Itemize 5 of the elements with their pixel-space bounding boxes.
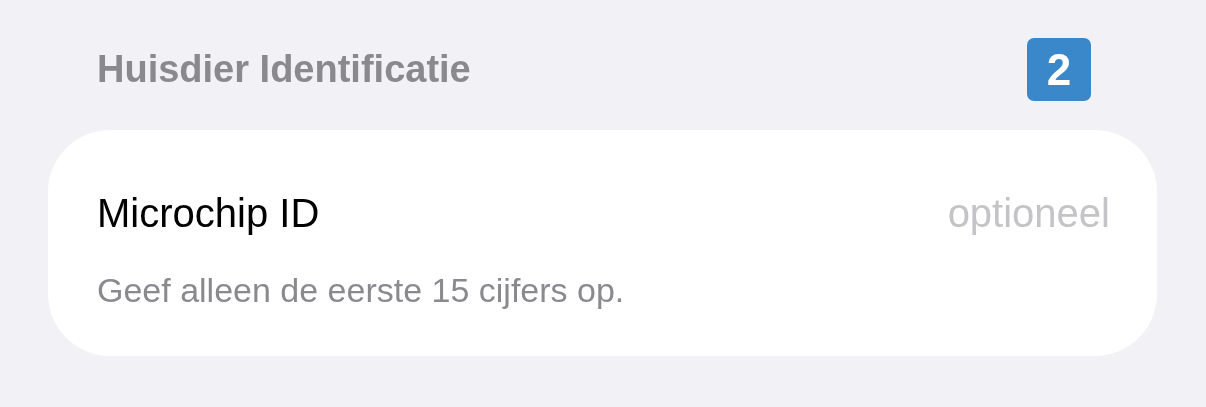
hint-text: Geef alleen de eerste 15 cijfers op. bbox=[97, 270, 625, 311]
field-label: Microchip ID bbox=[97, 190, 320, 236]
input-field[interactable]: optioneel bbox=[690, 190, 1110, 236]
count-badge: 2 bbox=[1027, 38, 1091, 101]
section-title: Huisdier Identificatie bbox=[97, 48, 471, 91]
